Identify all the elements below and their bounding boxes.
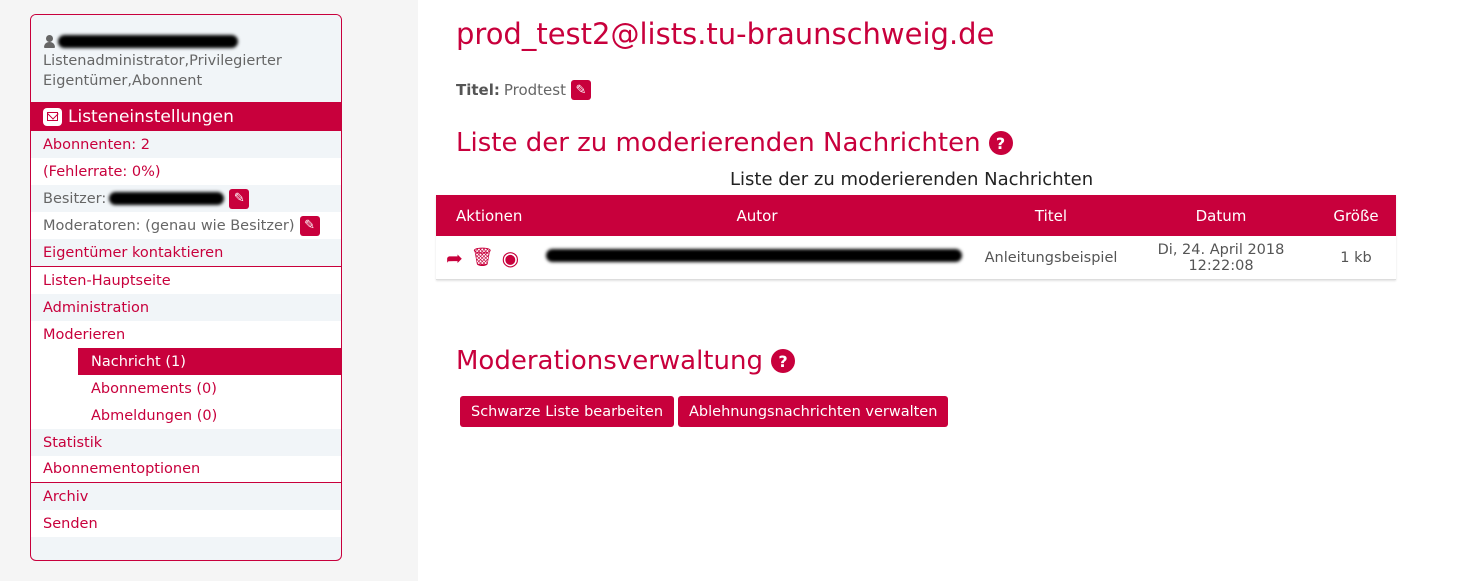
redacted-author [546, 249, 962, 262]
message-label: Nachricht (1) [91, 353, 186, 370]
redacted-owner [109, 192, 225, 205]
envelope-icon [43, 107, 62, 126]
row-author[interactable] [538, 249, 976, 266]
administration-label: Administration [43, 299, 150, 316]
redacted-username [58, 34, 238, 48]
user-box: Listenadministrator,Privilegierter Eigen… [31, 15, 341, 102]
table-caption: Liste der zu moderierenden Nachrichten [730, 169, 1094, 190]
archive-label: Archiv [43, 488, 89, 505]
main-page-label: Listen-Hauptseite [43, 272, 171, 289]
moderation-table: Aktionen Autor Titel Datum Größe ➦ 🗑 ◉ A… [436, 195, 1396, 280]
moderators-row: Moderatoren: (genau wie Besitzer) ✎ [31, 212, 341, 239]
column-actions: Aktionen [456, 206, 523, 225]
contact-owner-link[interactable]: Eigentümer kontaktieren [31, 239, 341, 266]
title-value: Prodtest [503, 81, 566, 99]
column-author: Autor [736, 206, 778, 225]
contact-owner-label: Eigentümer kontaktieren [43, 244, 224, 261]
moderate-label: Moderieren [43, 326, 126, 343]
sidebar-item-subscription-options[interactable]: Abonnementoptionen [31, 456, 341, 482]
row-title: Anleitungsbeispiel [984, 249, 1118, 266]
sidebar-item-unsubscriptions[interactable]: Abmeldungen (0) [31, 402, 341, 429]
user-roles: Listenadministrator,Privilegierter Eigen… [43, 53, 282, 89]
moderation-list-heading: Liste der zu moderierenden Nachrichten ? [456, 128, 1013, 158]
title-label: Titel: [456, 81, 500, 99]
error-rate: (Fehlerrate: 0%) [43, 163, 161, 180]
list-settings-label: Listeneinstellungen [68, 106, 234, 127]
help-icon[interactable]: ? [770, 349, 795, 373]
edit-moderators-icon[interactable]: ✎ [299, 215, 320, 236]
list-title-line: Titel: Prodtest ✎ [456, 80, 591, 100]
row-actions: ➦ 🗑 ◉ [436, 247, 538, 268]
list-address-title: prod_test2@lists.tu-braunschweig.de [456, 17, 995, 51]
help-icon[interactable]: ? [988, 131, 1013, 155]
moderation-list-heading-text: Liste der zu moderierenden Nachrichten [456, 128, 981, 158]
row-date: Di, 24. April 2018 12:22:08 [1157, 241, 1285, 274]
user-icon [43, 34, 56, 48]
left-column: Listenadministrator,Privilegierter Eigen… [0, 0, 418, 581]
statistics-label: Statistik [43, 434, 103, 451]
column-date: Datum [1195, 206, 1247, 225]
eye-icon[interactable]: ◉ [502, 248, 519, 268]
subscribers-count: Abonnenten: 2 [43, 136, 151, 153]
sidebar-item-message[interactable]: Nachricht (1) [31, 348, 341, 375]
sidebar-item-statistics[interactable]: Statistik [31, 429, 341, 456]
column-title: Titel [1034, 206, 1068, 225]
column-size: Größe [1333, 206, 1379, 225]
sidebar-item-send[interactable]: Senden [31, 510, 341, 537]
edit-title-icon[interactable]: ✎ [570, 80, 591, 100]
row-size: 1 kb [1340, 249, 1372, 266]
unsubscriptions-label: Abmeldungen (0) [91, 407, 218, 424]
moderation-admin-heading-text: Moderationsverwaltung [456, 346, 763, 376]
send-label: Senden [43, 515, 98, 532]
subscription-options-label: Abonnementoptionen [43, 461, 201, 477]
error-rate-link[interactable]: (Fehlerrate: 0%) [31, 158, 341, 185]
table-row: ➦ 🗑 ◉ Anleitungsbeispiel Di, 24. April 2… [436, 236, 1396, 279]
owner-row: Besitzer: ✎ [31, 185, 341, 212]
list-settings-header[interactable]: Listeneinstellungen [31, 102, 341, 131]
sidebar: Listenadministrator,Privilegierter Eigen… [30, 14, 342, 561]
owner-label: Besitzer: [43, 190, 107, 207]
sidebar-item-archive[interactable]: Archiv [31, 483, 341, 510]
edit-owner-icon[interactable]: ✎ [229, 188, 250, 209]
sidebar-item-administration[interactable]: Administration [31, 294, 341, 321]
sidebar-item-moderate[interactable]: Moderieren [31, 321, 341, 348]
moderation-admin-heading: Moderationsverwaltung ? [456, 346, 795, 376]
table-header: Aktionen Autor Titel Datum Größe [436, 195, 1396, 236]
edit-blacklist-button[interactable]: Schwarze Liste bearbeiten [460, 396, 675, 427]
forward-icon[interactable]: ➦ [446, 248, 463, 268]
sidebar-item-subscriptions[interactable]: Abonnements (0) [31, 375, 341, 402]
trash-icon[interactable]: 🗑 [471, 247, 494, 268]
sidebar-item-main-page[interactable]: Listen-Hauptseite [31, 267, 341, 294]
manage-rejection-messages-button[interactable]: Ablehnungsnachrichten verwalten [678, 396, 949, 427]
subscribers-link[interactable]: Abonnenten: 2 [31, 131, 341, 158]
subscriptions-label: Abonnements (0) [91, 380, 217, 397]
moderators-label: Moderatoren: (genau wie Besitzer) [43, 217, 295, 234]
